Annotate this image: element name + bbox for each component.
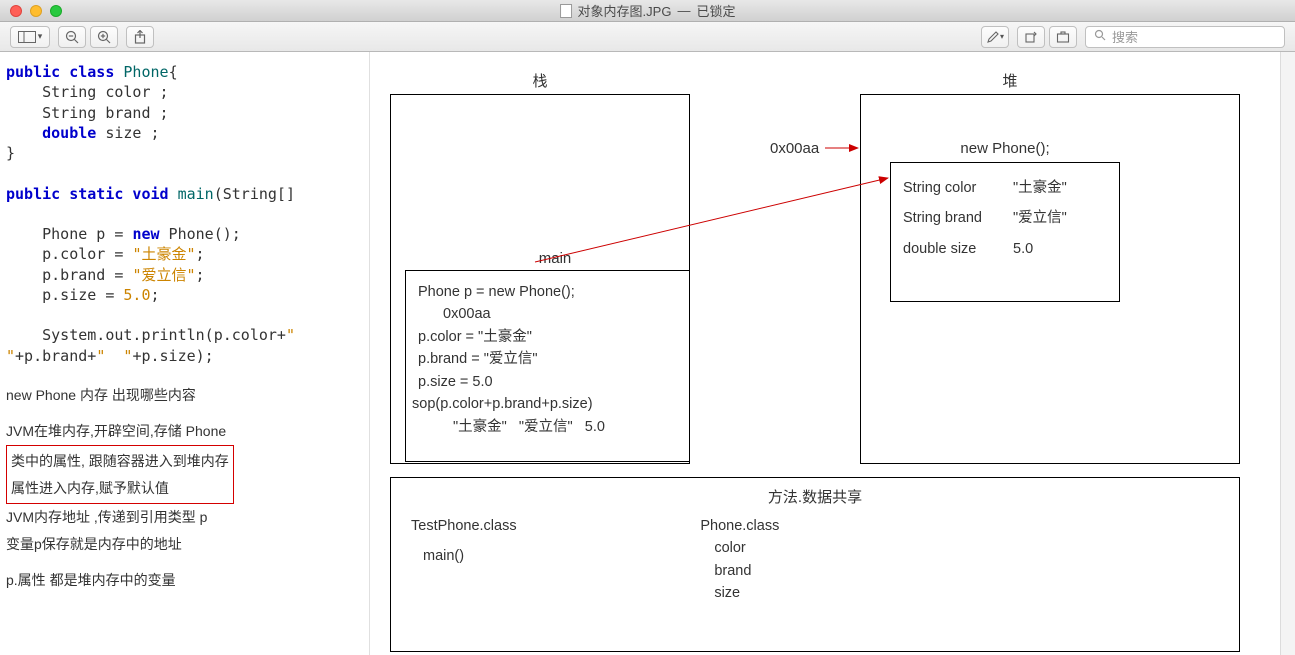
highlighted-note-box: 类中的属性, 跟随容器进入到堆内存 属性进入内存,赋予默认值 — [6, 445, 234, 504]
minimize-window-button[interactable] — [30, 5, 42, 17]
heap-object-title: new Phone(); — [890, 140, 1120, 157]
zoom-out-button[interactable] — [58, 26, 86, 48]
output-value: "土豪金" — [453, 419, 507, 435]
field-name: String color — [903, 173, 1013, 203]
main-label: main — [405, 250, 705, 267]
search-placeholder: 搜索 — [1112, 27, 1138, 46]
window-titlebar: 对象内存图.JPG — 已锁定 — [0, 0, 1295, 22]
main-addr: 0x00aa — [418, 303, 677, 325]
main-code-line: p.color = "土豪金" — [418, 326, 677, 348]
main-code-line: Phone p = new Phone(); — [418, 281, 677, 303]
method-entry: main() — [411, 545, 670, 567]
note-line: p.属性 都是堆内存中的变量 — [6, 567, 363, 594]
code-line: String color ; — [6, 83, 169, 101]
title-sep: — — [677, 3, 690, 18]
main-frame-box: Phone p = new Phone(); 0x00aa p.color = … — [405, 270, 690, 462]
field-entry: color — [700, 537, 959, 559]
rotate-button[interactable] — [1017, 26, 1045, 48]
method-area-box: 方法.数据共享 TestPhone.class main() Phone.cla… — [390, 477, 1240, 652]
diagram-panel: 栈 堆 main Phone p = new Phone(); 0x00aa p… — [370, 52, 1295, 655]
note-line: 属性进入内存,赋予默认值 — [11, 475, 229, 502]
search-icon — [1094, 29, 1106, 44]
main-code-line: p.size = 5.0 — [418, 371, 677, 393]
field-value: "爱立信" — [1013, 210, 1067, 226]
lock-status-label: 已锁定 — [696, 1, 735, 20]
field-value: "土豪金" — [1013, 180, 1067, 196]
keyword: public class — [6, 63, 123, 81]
class-entry: TestPhone.class — [411, 515, 670, 537]
toolbar: ▾ ▾ 搜索 — [0, 22, 1295, 52]
share-button[interactable] — [126, 26, 154, 48]
main-code-line: p.brand = "爱立信" — [418, 348, 677, 370]
code-line: String brand ; — [6, 104, 169, 122]
class-entry: Phone.class — [700, 515, 959, 537]
zoom-in-button[interactable] — [90, 26, 118, 48]
toolbox-button[interactable] — [1049, 26, 1077, 48]
filename-label: 对象内存图.JPG — [578, 1, 672, 20]
left-panel: public class Phone{ String color ; Strin… — [0, 52, 370, 655]
class-name: Phone — [123, 63, 168, 81]
maximize-window-button[interactable] — [50, 5, 62, 17]
stack-label: 栈 — [390, 70, 690, 91]
close-window-button[interactable] — [10, 5, 22, 17]
sidebar-toggle-button[interactable]: ▾ — [10, 26, 50, 48]
keyword: public static void — [6, 185, 178, 203]
note-line: JVM在堆内存,开辟空间,存储 Phone — [6, 418, 363, 445]
search-input[interactable]: 搜索 — [1085, 26, 1285, 48]
heap-object-box: String color"土豪金" String brand"爱立信" doub… — [890, 162, 1120, 302]
field-name: String brand — [903, 203, 1013, 233]
heap-label: 堆 — [860, 70, 1160, 91]
field-name: double size — [903, 234, 1013, 264]
note-line: 变量p保存就是内存中的地址 — [6, 531, 363, 558]
field-entry: brand — [700, 560, 959, 582]
note-line: new Phone 内存 出现哪些内容 — [6, 382, 363, 409]
code-line: } — [6, 144, 15, 162]
traffic-lights — [0, 5, 62, 17]
window-title: 对象内存图.JPG — 已锁定 — [560, 1, 736, 20]
output-value: "爱立信" — [519, 419, 573, 435]
edit-button[interactable]: ▾ — [981, 26, 1009, 48]
source-code: public class Phone{ String color ; Strin… — [6, 62, 363, 366]
content-area: public class Phone{ String color ; Strin… — [0, 52, 1295, 655]
heap-address-label: 0x00aa — [770, 140, 819, 157]
note-line: JVM内存地址 ,传递到引用类型 p — [6, 504, 363, 531]
notes-block: new Phone 内存 出现哪些内容 JVM在堆内存,开辟空间,存储 Phon… — [6, 382, 363, 594]
field-value: 5.0 — [1013, 241, 1033, 257]
output-value: 5.0 — [585, 419, 605, 435]
method-area-title: 方法.数据共享 — [391, 478, 1239, 511]
field-entry: size — [700, 582, 959, 604]
note-line: 类中的属性, 跟随容器进入到堆内存 — [11, 448, 229, 475]
main-code-line: sop(p.color+p.brand+p.size) — [412, 393, 677, 415]
file-icon — [560, 4, 572, 18]
